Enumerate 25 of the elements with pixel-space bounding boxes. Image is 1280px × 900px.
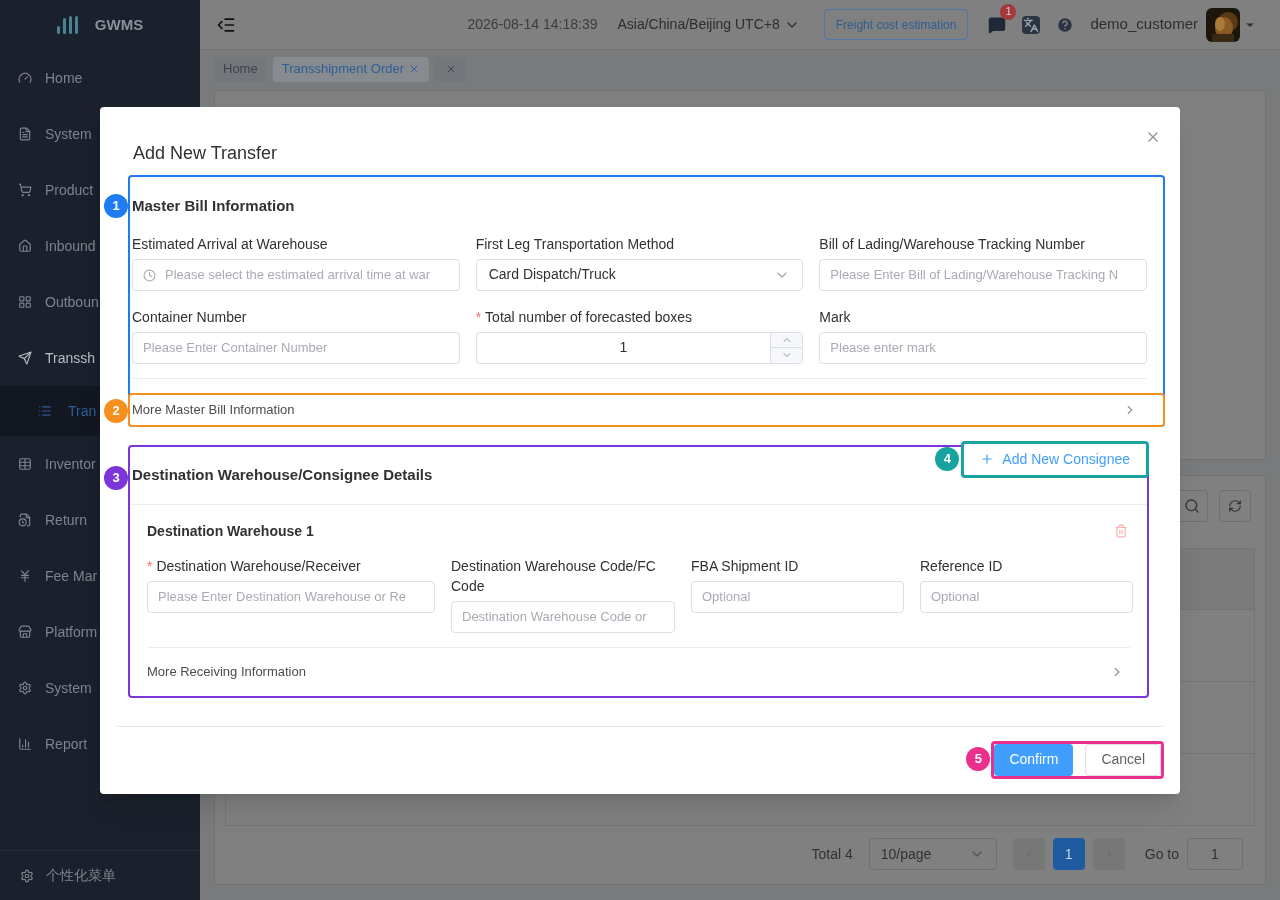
total-count: Total 4 [811,844,853,864]
field-label: * Destination Warehouse/Receiver [147,556,362,576]
field-label: Estimated Arrival at Warehouse [132,234,329,254]
annotation-badge: 1 [104,194,128,218]
annotation-badge: 5 [966,746,991,771]
annotation-badge: 4 [935,446,960,471]
notification-count: 1 [1000,3,1017,20]
field-label: First Leg Transportation Method [475,234,676,254]
field-label: FBA Shipment ID [691,556,800,576]
user-name: demo_customer [1090,14,1198,35]
annotation-badge: 2 [104,398,128,423]
field-label: Bill of Lading/Warehouse Tracking Number [819,234,1086,254]
field-label: Mark [819,307,852,327]
annotation-badge: 3 [104,465,128,490]
section-title: Master Bill Information [132,196,296,216]
logo-text: GWMS [94,14,144,35]
date-time: 2026-08-14 14:18:39 [467,15,598,34]
warehouse-title: Destination Warehouse 1 [147,521,314,541]
dialog-title: Add New Transfer [133,142,278,165]
field-label: * Total number of forecasted boxes [475,307,694,327]
field-label: Container Number [132,307,248,327]
go-to-label: Go to [1144,844,1179,864]
field-label: Destination Warehouse Code/FC Code [451,556,657,596]
field-label: Reference ID [920,556,1004,576]
section-title: Destination Warehouse/Consignee Details [132,464,433,485]
